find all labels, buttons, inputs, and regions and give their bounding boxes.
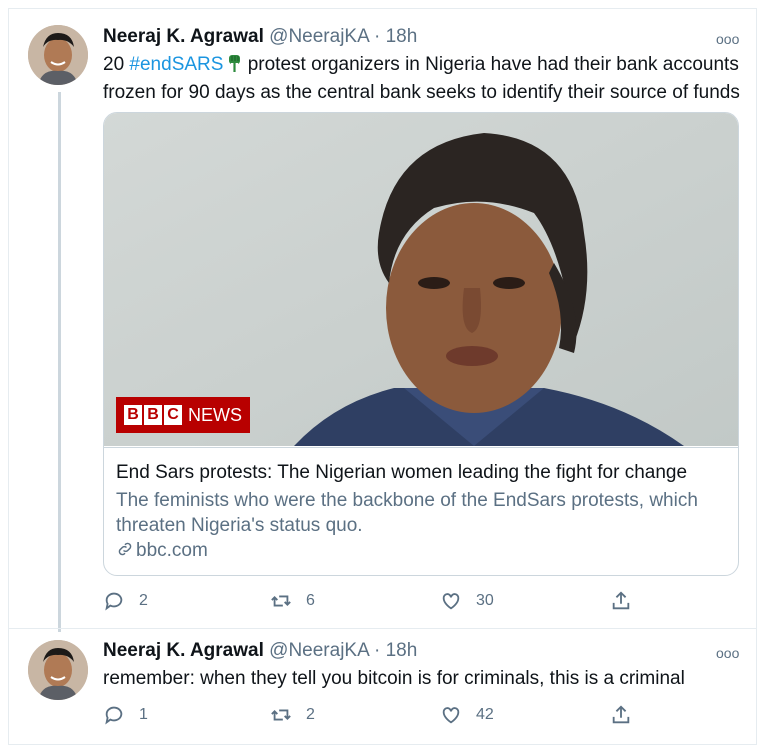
reply-button[interactable]: 2 [103, 590, 148, 612]
card-description: The feminists who were the backbone of t… [116, 490, 698, 536]
link-card[interactable]: B B C NEWS End Sars protests: The Nigeri… [103, 112, 739, 576]
avatar[interactable] [28, 25, 88, 85]
tweet-header: Neeraj K. Agrawal @NeerajKA · 18h [103, 26, 417, 48]
bbc-letter: B [124, 405, 142, 425]
tweet-actions: 1 2 42 [103, 704, 643, 730]
reply-count: 2 [139, 592, 148, 609]
heart-icon [442, 707, 460, 724]
author-handle[interactable]: @NeerajKA [269, 640, 369, 661]
like-button[interactable]: 42 [440, 704, 494, 726]
tweet-text-prefix: 20 [103, 54, 130, 75]
more-icon[interactable]: ooo [716, 645, 739, 661]
author-name[interactable]: Neeraj K. Agrawal [103, 26, 264, 47]
share-button[interactable] [610, 590, 646, 612]
card-title[interactable]: End Sars protests: The Nigerian women le… [116, 462, 687, 484]
reply-button[interactable]: 1 [103, 704, 148, 726]
tweet-text-line1: protest organizers in Nigeria have had t… [242, 54, 739, 75]
retweet-icon [271, 595, 291, 607]
like-count: 42 [476, 706, 494, 723]
share-icon [612, 705, 630, 724]
more-icon[interactable]: ooo [716, 31, 739, 47]
reply-count: 1 [139, 706, 148, 723]
tweet-text: remember: when they tell you bitcoin is … [103, 668, 685, 689]
reply-icon [105, 706, 123, 725]
card-domain[interactable]: bbc.com [116, 540, 208, 564]
tweet-text: 20 #endSARS protest organizers in Nigeri… [103, 52, 743, 105]
link-icon [116, 540, 134, 564]
share-button[interactable] [610, 704, 646, 726]
retweet-icon [271, 709, 291, 721]
bbc-letter: C [164, 405, 182, 425]
bbc-news-badge: B B C NEWS [116, 397, 250, 433]
retweet-button[interactable]: 2 [270, 704, 315, 726]
timestamp[interactable]: 18h [386, 640, 418, 661]
thread-line [58, 92, 61, 632]
card-body[interactable]: End Sars protests: The Nigerian women le… [104, 447, 738, 561]
author-name[interactable]: Neeraj K. Agrawal [103, 640, 264, 661]
heart-icon [442, 593, 460, 610]
card-image[interactable]: B B C NEWS [104, 113, 738, 446]
retweet-count: 6 [306, 592, 315, 609]
card-domain-text[interactable]: bbc.com [136, 540, 208, 561]
avatar-image [28, 640, 88, 700]
separator: · [374, 26, 381, 47]
share-icon [612, 591, 630, 610]
author-handle[interactable]: @NeerajKA [269, 26, 369, 47]
like-button[interactable]: 30 [440, 590, 494, 612]
hashtag-link[interactable]: #endSARS [129, 54, 223, 75]
bbc-news-word: NEWS [188, 404, 242, 425]
bbc-letter: B [144, 405, 162, 425]
retweet-count: 2 [306, 706, 315, 723]
separator: · [374, 640, 381, 661]
tweet-actions: 2 6 30 [103, 590, 643, 616]
retweet-button[interactable]: 6 [270, 590, 315, 612]
avatar[interactable] [28, 640, 88, 700]
tweet-text-line2: frozen for 90 days as the central bank s… [103, 82, 740, 103]
avatar-image [28, 25, 88, 85]
tweet-header: Neeraj K. Agrawal @NeerajKA · 18h [103, 640, 417, 662]
reply-icon [105, 592, 123, 611]
raised-fist-emoji [227, 53, 242, 80]
tweet-divider [9, 628, 756, 629]
timestamp[interactable]: 18h [386, 26, 418, 47]
like-count: 30 [476, 592, 494, 609]
